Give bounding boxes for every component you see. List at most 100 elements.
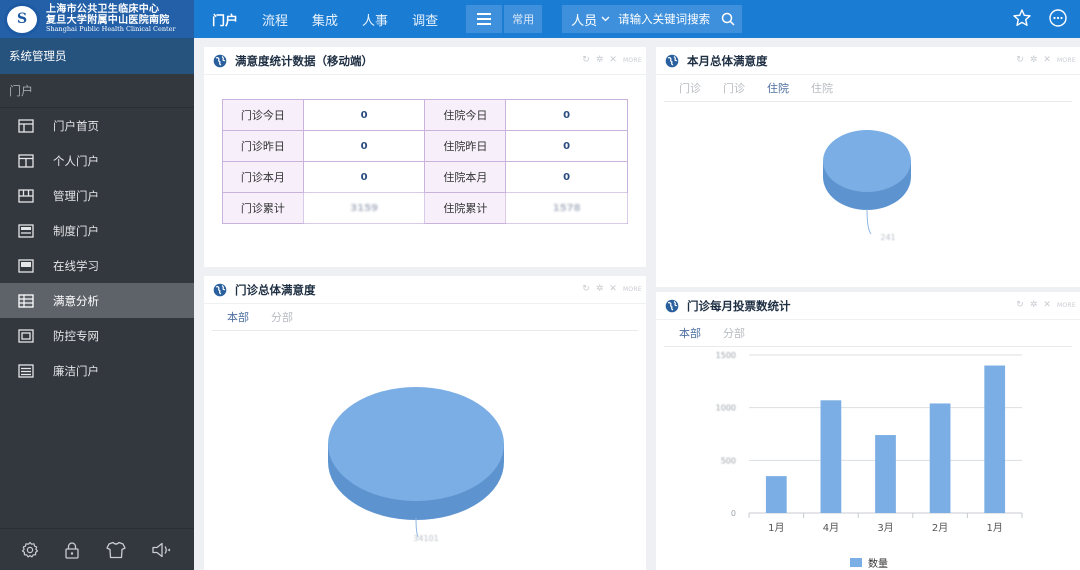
tab-outpatient-main[interactable]: 门诊 [679, 80, 701, 96]
search-scope-select[interactable]: 人员 [562, 10, 618, 29]
globe-icon [665, 299, 679, 312]
sidebar-item-integrity-portal[interactable]: 廉洁门户 [0, 353, 194, 388]
panel-tools: ↻ ✲ ✕ MORE [582, 284, 642, 294]
sidebar-item-label: 廉洁门户 [53, 363, 99, 378]
more-link[interactable]: MORE [623, 286, 642, 293]
tab-bar: 本部 分部 [664, 320, 1072, 347]
nav-portal[interactable]: 门户 [200, 0, 250, 38]
sidebar-item-label: 管理门户 [53, 188, 99, 203]
stat-value: 0 [302, 99, 426, 131]
close-icon[interactable]: ✕ [1043, 55, 1051, 65]
search-input[interactable] [618, 12, 715, 26]
search-button[interactable] [714, 5, 742, 33]
more-icon[interactable] [1048, 8, 1068, 28]
tab-branch[interactable]: 分部 [723, 325, 745, 341]
panel-tools: ↻ ✲ ✕ MORE [582, 55, 642, 65]
tab-outpatient-branch[interactable]: 门诊 [723, 80, 745, 96]
shirt-icon[interactable] [106, 541, 126, 559]
table-row: 门诊今日 0 住院今日 0 [222, 99, 628, 131]
panel-monthly-votes: 门诊每月投票数统计 ↻ ✲ ✕ MORE 本部 分部 0 500 1000 1500 1… [656, 292, 1080, 570]
sidebar-user: 系统管理员 [0, 38, 194, 74]
settings-icon[interactable] [21, 541, 39, 559]
nav-survey[interactable]: 调查 [400, 0, 450, 38]
table-icon [17, 293, 35, 309]
sidebar-item-prevention-network[interactable]: 防控专网 [0, 318, 194, 353]
layout-icon [17, 118, 35, 134]
panel-tools: ↻ ✲ ✕ MORE [1016, 55, 1076, 65]
pie-slice [328, 387, 504, 501]
more-link[interactable]: MORE [623, 57, 642, 64]
gear-icon[interactable]: ✲ [596, 284, 604, 294]
more-link[interactable]: MORE [1057, 57, 1076, 64]
panel-outpatient-satisfaction: 门诊总体满意度 ↻ ✲ ✕ MORE 本部 分部 34101 [204, 276, 646, 570]
panel-title: 门诊每月投票数统计 [687, 298, 791, 313]
stat-label: 住院今日 [424, 99, 507, 131]
x-tick-label: 2月 [932, 522, 948, 534]
nav-workflow[interactable]: 流程 [250, 0, 300, 38]
pie-data-label: 34101 [413, 534, 438, 543]
stat-value: 0 [505, 161, 628, 193]
tab-main-campus[interactable]: 本部 [679, 325, 701, 341]
sidebar-item-label: 满意分析 [53, 293, 99, 308]
sidebar-item-management-portal[interactable]: 管理门户 [0, 178, 194, 213]
gear-icon[interactable]: ✲ [596, 55, 604, 65]
search-scope-label: 人员 [571, 13, 598, 29]
panel-satisfaction-stats: 满意度统计数据（移动端） ↻ ✲ ✕ MORE 门诊今日 0 住院今日 0 门诊… [204, 47, 646, 267]
refresh-icon[interactable]: ↻ [1016, 300, 1024, 310]
stat-value: 0 [302, 161, 426, 193]
bar [984, 365, 1006, 513]
chart-legend: 数量 [850, 555, 888, 570]
stat-label: 住院本月 [424, 161, 507, 193]
globe-icon [213, 54, 227, 67]
table-row: 门诊累计 3159 住院累计 1578 [222, 192, 628, 224]
stat-label: 门诊昨日 [222, 130, 304, 162]
tab-inpatient-branch[interactable]: 住院 [811, 80, 833, 96]
panel-header: 门诊总体满意度 ↻ ✲ ✕ MORE [204, 276, 646, 304]
sidebar-item-online-learning[interactable]: 在线学习 [0, 248, 194, 283]
globe-icon [213, 283, 227, 296]
sidebar-item-policy-portal[interactable]: 制度门户 [0, 213, 194, 248]
star-icon[interactable] [1012, 8, 1032, 28]
frame-icon [17, 328, 35, 344]
panel-title: 门诊总体满意度 [235, 282, 316, 297]
grid-icon [17, 188, 35, 204]
table-row: 门诊昨日 0 住院昨日 0 [222, 130, 628, 162]
bar [820, 400, 842, 513]
panel-title: 满意度统计数据（移动端） [235, 53, 373, 68]
tab-bar: 门诊 门诊 住院 住院 [664, 75, 1072, 102]
sidebar-item-portal-home[interactable]: 门户首页 [0, 108, 194, 143]
gear-icon[interactable]: ✲ [1030, 55, 1038, 65]
tab-inpatient-main[interactable]: 住院 [767, 80, 789, 96]
outpatient-pie-chart: 34101 [328, 387, 504, 543]
more-link[interactable]: MORE [1057, 302, 1076, 309]
top-right-icons [1012, 8, 1068, 28]
gear-icon[interactable]: ✲ [1030, 300, 1038, 310]
search-bar: 人员 [562, 5, 743, 33]
x-tick-label: 4月 [823, 522, 839, 534]
close-icon[interactable]: ✕ [609, 55, 617, 65]
bar [765, 476, 787, 513]
stat-label: 门诊本月 [222, 161, 304, 193]
nav-hr[interactable]: 人事 [350, 0, 400, 38]
sidebar-item-personal-portal[interactable]: 个人门户 [0, 143, 194, 178]
common-button[interactable]: 常用 [504, 5, 543, 33]
stat-label: 门诊累计 [222, 192, 304, 224]
panel-monthly-satisfaction: 本月总体满意度 ↻ ✲ ✕ MORE 门诊 门诊 住院 住院 241 [656, 47, 1080, 287]
volume-icon[interactable] [151, 541, 173, 559]
table-row: 门诊本月 0 住院本月 0 [222, 161, 628, 193]
nav-integration[interactable]: 集成 [300, 0, 350, 38]
logo-line-3: Shanghai Public Health Clinical Center [46, 25, 176, 34]
tab-branch[interactable]: 分部 [271, 309, 293, 325]
refresh-icon[interactable]: ↻ [582, 284, 590, 294]
sidebar-item-satisfaction-analysis[interactable]: 满意分析 [0, 283, 194, 318]
close-icon[interactable]: ✕ [1043, 300, 1051, 310]
hospital-logo[interactable]: S 上海市公共卫生临床中心 复旦大学附属中山医院南院 Shanghai Publ… [0, 0, 194, 38]
refresh-icon[interactable]: ↻ [1016, 55, 1024, 65]
close-icon[interactable]: ✕ [609, 284, 617, 294]
tab-main-campus[interactable]: 本部 [227, 309, 249, 325]
lock-icon[interactable] [64, 541, 80, 559]
y-tick-label: 1500 [716, 351, 736, 360]
menu-button[interactable] [466, 5, 503, 33]
refresh-icon[interactable]: ↻ [582, 55, 590, 65]
tab-bar: 本部 分部 [212, 304, 638, 331]
